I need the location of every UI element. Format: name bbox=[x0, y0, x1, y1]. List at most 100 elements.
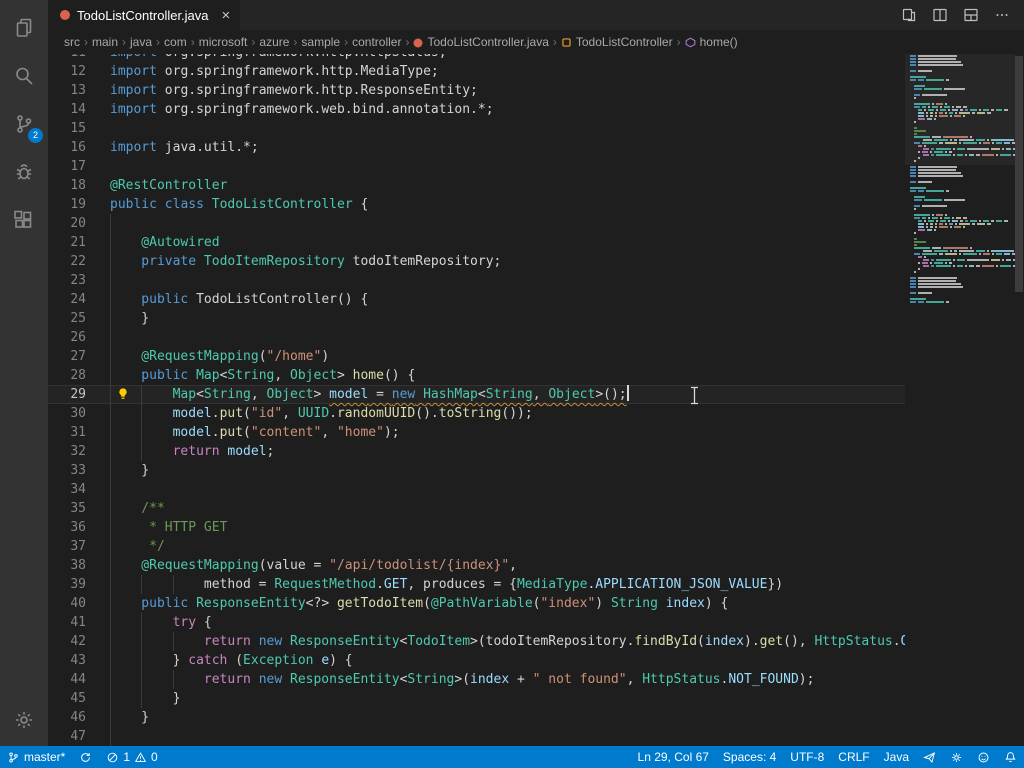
close-tab-icon[interactable]: × bbox=[222, 8, 231, 23]
code-line-26[interactable]: 26 bbox=[48, 328, 905, 347]
line-number[interactable]: 20 bbox=[48, 214, 86, 233]
line-number[interactable]: 21 bbox=[48, 233, 86, 252]
line-number[interactable]: 15 bbox=[48, 119, 86, 138]
cursor-position-item[interactable]: Ln 29, Col 67 bbox=[631, 746, 716, 768]
line-number[interactable]: 27 bbox=[48, 347, 86, 366]
breadcrumb-item[interactable]: sample bbox=[301, 35, 340, 49]
line-number[interactable]: 44 bbox=[48, 670, 86, 689]
line-number[interactable]: 16 bbox=[48, 138, 86, 157]
more-actions-icon[interactable] bbox=[994, 7, 1010, 23]
code-line-33[interactable]: 33} bbox=[48, 461, 905, 480]
code-line-31[interactable]: 31 model.put("content", "home"); bbox=[48, 423, 905, 442]
code-line-41[interactable]: 41 try { bbox=[48, 613, 905, 632]
git-branch-item[interactable]: master* bbox=[0, 746, 72, 768]
line-number[interactable]: 39 bbox=[48, 575, 86, 594]
code-line-44[interactable]: 44 return new ResponseEntity<String>(inde… bbox=[48, 670, 905, 689]
line-number[interactable]: 29 bbox=[48, 385, 86, 404]
code-line-21[interactable]: 21 @Autowired bbox=[48, 233, 905, 252]
editor-layout-icon[interactable] bbox=[963, 7, 979, 23]
line-number[interactable]: 13 bbox=[48, 81, 86, 100]
code-line-36[interactable]: 36 * HTTP GET bbox=[48, 518, 905, 537]
manage-button[interactable] bbox=[0, 696, 48, 744]
line-number[interactable]: 19 bbox=[48, 195, 86, 214]
breadcrumb-item-class[interactable]: TodoListController bbox=[561, 35, 673, 49]
code-line-37[interactable]: 37 */ bbox=[48, 537, 905, 556]
line-number[interactable]: 41 bbox=[48, 613, 86, 632]
code-line-38[interactable]: 38 @RequestMapping(value = "/api/todolist… bbox=[48, 556, 905, 575]
breadcrumb-item-file[interactable]: TodoListController.java bbox=[413, 35, 549, 49]
eol-item[interactable]: CRLF bbox=[831, 746, 876, 768]
code-line-16[interactable]: 16 import java.util.*; bbox=[48, 138, 905, 157]
line-number[interactable]: 18 bbox=[48, 176, 86, 195]
code-line-29[interactable]: 29 Map<String, Object> model = new HashMa… bbox=[48, 385, 905, 404]
code-line-11[interactable]: 11 import org.springframework.http.HttpSt… bbox=[48, 54, 905, 62]
breadcrumb-item[interactable]: com bbox=[164, 35, 187, 49]
sidebar-item-extensions[interactable] bbox=[0, 196, 48, 244]
line-number[interactable]: 23 bbox=[48, 271, 86, 290]
breadcrumb-item[interactable]: src bbox=[64, 35, 80, 49]
sidebar-item-source-control[interactable]: 2 bbox=[0, 100, 48, 148]
code-line-34[interactable]: 34 bbox=[48, 480, 905, 499]
sidebar-item-explorer[interactable] bbox=[0, 4, 48, 52]
problems-item[interactable]: 1 0 bbox=[99, 746, 164, 768]
code-line-15[interactable]: 15 bbox=[48, 119, 905, 138]
line-number[interactable]: 25 bbox=[48, 309, 86, 328]
breadcrumb-item[interactable]: java bbox=[130, 35, 152, 49]
line-number[interactable]: 40 bbox=[48, 594, 86, 613]
line-number[interactable]: 22 bbox=[48, 252, 86, 271]
line-number[interactable]: 17 bbox=[48, 157, 86, 176]
line-number[interactable]: 30 bbox=[48, 404, 86, 423]
code-line-32[interactable]: 32 return model; bbox=[48, 442, 905, 461]
line-number[interactable]: 31 bbox=[48, 423, 86, 442]
code-line-24[interactable]: 24 public TodoListController() { bbox=[48, 290, 905, 309]
minimap[interactable] bbox=[905, 54, 1015, 746]
line-number[interactable]: 14 bbox=[48, 100, 86, 119]
scrollbar-thumb[interactable] bbox=[1015, 56, 1023, 292]
code-line-18[interactable]: 18 @RestController bbox=[48, 176, 905, 195]
line-number[interactable]: 33 bbox=[48, 461, 86, 480]
code-line-42[interactable]: 42 return new ResponseEntity<TodoItem>(to… bbox=[48, 632, 905, 651]
code-line-40[interactable]: 40 public ResponseEntity<?> getTodoItem(@… bbox=[48, 594, 905, 613]
code-line-13[interactable]: 13 import org.springframework.http.Respon… bbox=[48, 81, 905, 100]
breadcrumb-item[interactable]: microsoft bbox=[199, 35, 248, 49]
line-number[interactable]: 37 bbox=[48, 537, 86, 556]
breadcrumb-item[interactable]: main bbox=[92, 35, 118, 49]
line-number[interactable]: 26 bbox=[48, 328, 86, 347]
notifications-button[interactable] bbox=[997, 746, 1024, 768]
settings-status-button[interactable] bbox=[943, 746, 970, 768]
code-line-46[interactable]: 46} bbox=[48, 708, 905, 727]
code-line-19[interactable]: 19 public class TodoListController { bbox=[48, 195, 905, 214]
code-line-47[interactable]: 47 bbox=[48, 727, 905, 746]
breadcrumb-item[interactable]: controller bbox=[352, 35, 401, 49]
breadcrumb-item-method[interactable]: home() bbox=[685, 35, 738, 49]
line-number[interactable]: 32 bbox=[48, 442, 86, 461]
line-number[interactable]: 42 bbox=[48, 632, 86, 651]
line-number[interactable]: 28 bbox=[48, 366, 86, 385]
code-line-22[interactable]: 22 private TodoItemRepository todoItemRep… bbox=[48, 252, 905, 271]
vertical-scrollbar[interactable] bbox=[1014, 54, 1024, 746]
code-line-12[interactable]: 12 import org.springframework.http.MediaT… bbox=[48, 62, 905, 81]
sidebar-item-search[interactable] bbox=[0, 52, 48, 100]
code-line-43[interactable]: 43} catch (Exception e) { bbox=[48, 651, 905, 670]
tab-todolistcontroller[interactable]: TodoListController.java × bbox=[48, 0, 241, 30]
line-number[interactable]: 12 bbox=[48, 62, 86, 81]
line-number[interactable]: 11 bbox=[48, 54, 86, 62]
line-number[interactable]: 36 bbox=[48, 518, 86, 537]
code-line-25[interactable]: 25} bbox=[48, 309, 905, 328]
line-number[interactable]: 46 bbox=[48, 708, 86, 727]
code-line-30[interactable]: 30 model.put("id", UUID.randomUUID().toSt… bbox=[48, 404, 905, 423]
code-line-23[interactable]: 23 bbox=[48, 271, 905, 290]
code-line-17[interactable]: 17 bbox=[48, 157, 905, 176]
code-editor[interactable]: 11 import org.springframework.http.HttpSt… bbox=[48, 54, 905, 746]
open-changes-icon[interactable] bbox=[901, 7, 917, 23]
feedback-send-button[interactable] bbox=[916, 746, 943, 768]
code-line-14[interactable]: 14 import org.springframework.web.bind.an… bbox=[48, 100, 905, 119]
line-number[interactable]: 38 bbox=[48, 556, 86, 575]
breadcrumb-item[interactable]: azure bbox=[259, 35, 289, 49]
line-number[interactable]: 24 bbox=[48, 290, 86, 309]
code-line-27[interactable]: 27 @RequestMapping("/home") bbox=[48, 347, 905, 366]
code-line-35[interactable]: 35 /** bbox=[48, 499, 905, 518]
line-number[interactable]: 45 bbox=[48, 689, 86, 708]
code-line-28[interactable]: 28 public Map<String, Object> home() { bbox=[48, 366, 905, 385]
code-line-45[interactable]: 45} bbox=[48, 689, 905, 708]
